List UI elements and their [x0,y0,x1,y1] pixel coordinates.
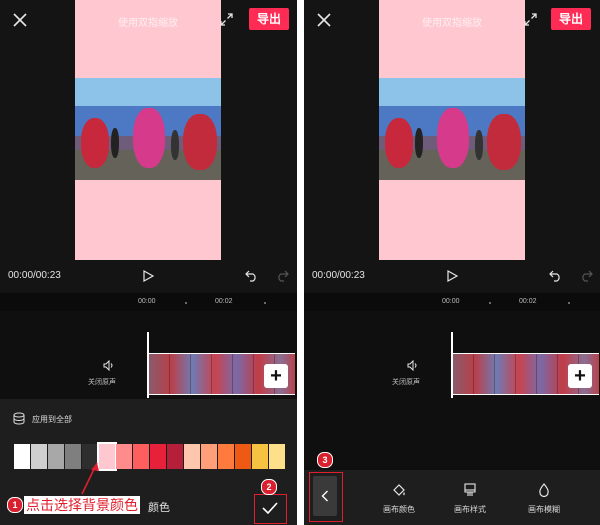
color-swatch[interactable] [167,444,183,469]
playhead[interactable] [451,332,453,398]
annotation-number-badge: 3 [317,452,333,468]
mute-original-audio-label[interactable]: 关闭原声 [392,377,420,387]
preview-canvas[interactable]: 使用双指缩放 [75,0,221,260]
drop-icon [539,483,549,497]
video-frame [75,78,221,180]
color-swatch[interactable] [218,444,234,469]
right-screen: 使用双指缩放 导出 00:00/00:23 00:00 00:02 关闭原声 +… [304,0,600,525]
playhead[interactable] [147,332,149,398]
ruler-dot [568,302,570,304]
confirm-check-icon[interactable] [262,502,278,514]
speaker-icon[interactable] [407,360,419,371]
undo-icon[interactable] [245,270,258,282]
color-swatch[interactable] [133,444,149,469]
canvas-color-label: 画布颜色 [383,505,415,514]
ruler-tick-label: 00:02 [215,298,233,305]
playback-time: 00:00/00:23 [8,270,61,281]
color-swatch[interactable] [235,444,251,469]
color-tab-label[interactable]: 颜色 [148,499,170,515]
close-icon[interactable] [316,12,332,28]
color-swatch[interactable] [201,444,217,469]
color-swatch[interactable] [65,444,81,469]
video-frame [379,78,525,180]
canvas-blur-tool[interactable]: 画布模糊 [519,483,569,515]
add-clip-button[interactable]: + [264,364,288,388]
pinch-zoom-hint: 使用双指缩放 [422,18,482,29]
brush-icon [464,483,476,496]
canvas-style-tool[interactable]: 画布样式 [445,483,495,515]
color-swatch[interactable] [82,444,98,469]
layers-icon[interactable] [13,412,25,425]
color-swatch[interactable] [269,444,285,469]
chevron-left-icon [321,490,328,502]
redo-icon [276,270,289,282]
ruler-dot [489,302,491,304]
apply-to-all-label[interactable]: 应用到全部 [32,414,72,425]
left-screen: 使用双指缩放 导出 00:00/00:23 00:00 00:02 关闭原声 +… [0,0,297,525]
canvas-color-tool[interactable]: 画布颜色 [374,483,424,515]
back-button[interactable] [313,476,337,516]
undo-icon[interactable] [549,270,562,282]
ruler-dot [264,302,266,304]
color-swatch[interactable] [31,444,47,469]
add-clip-button[interactable]: + [568,364,592,388]
annotation-callout: 点击选择背景颜色 [24,496,140,514]
ruler-tick-label: 00:02 [519,298,537,305]
color-swatch[interactable] [97,442,117,471]
color-swatch[interactable] [150,444,166,469]
ruler-tick-label: 00:00 [442,298,460,305]
redo-icon [580,270,593,282]
play-icon[interactable] [446,270,458,282]
close-icon[interactable] [12,12,28,28]
annotation-number-badge: 1 [7,497,23,513]
canvas-style-label: 画布样式 [454,505,486,514]
ruler-tick-label: 00:00 [138,298,156,305]
preview-canvas[interactable]: 使用双指缩放 [379,0,525,260]
color-swatch[interactable] [252,444,268,469]
annotation-number-badge: 2 [261,479,277,495]
canvas-blur-label: 画布模糊 [528,505,560,514]
mute-original-audio-label[interactable]: 关闭原声 [88,377,116,387]
export-button[interactable]: 导出 [249,8,289,30]
fullscreen-icon[interactable] [524,13,537,26]
playback-time: 00:00/00:23 [312,270,365,281]
fullscreen-icon[interactable] [220,13,233,26]
ruler-dot [185,302,187,304]
pinch-zoom-hint: 使用双指缩放 [118,18,178,29]
color-swatch[interactable] [48,444,64,469]
color-swatch[interactable] [184,444,200,469]
export-button[interactable]: 导出 [551,8,591,30]
color-swatch[interactable] [116,444,132,469]
play-icon[interactable] [142,270,154,282]
color-swatch[interactable] [14,444,30,469]
paint-bucket-icon [393,484,405,496]
speaker-icon[interactable] [103,360,115,371]
